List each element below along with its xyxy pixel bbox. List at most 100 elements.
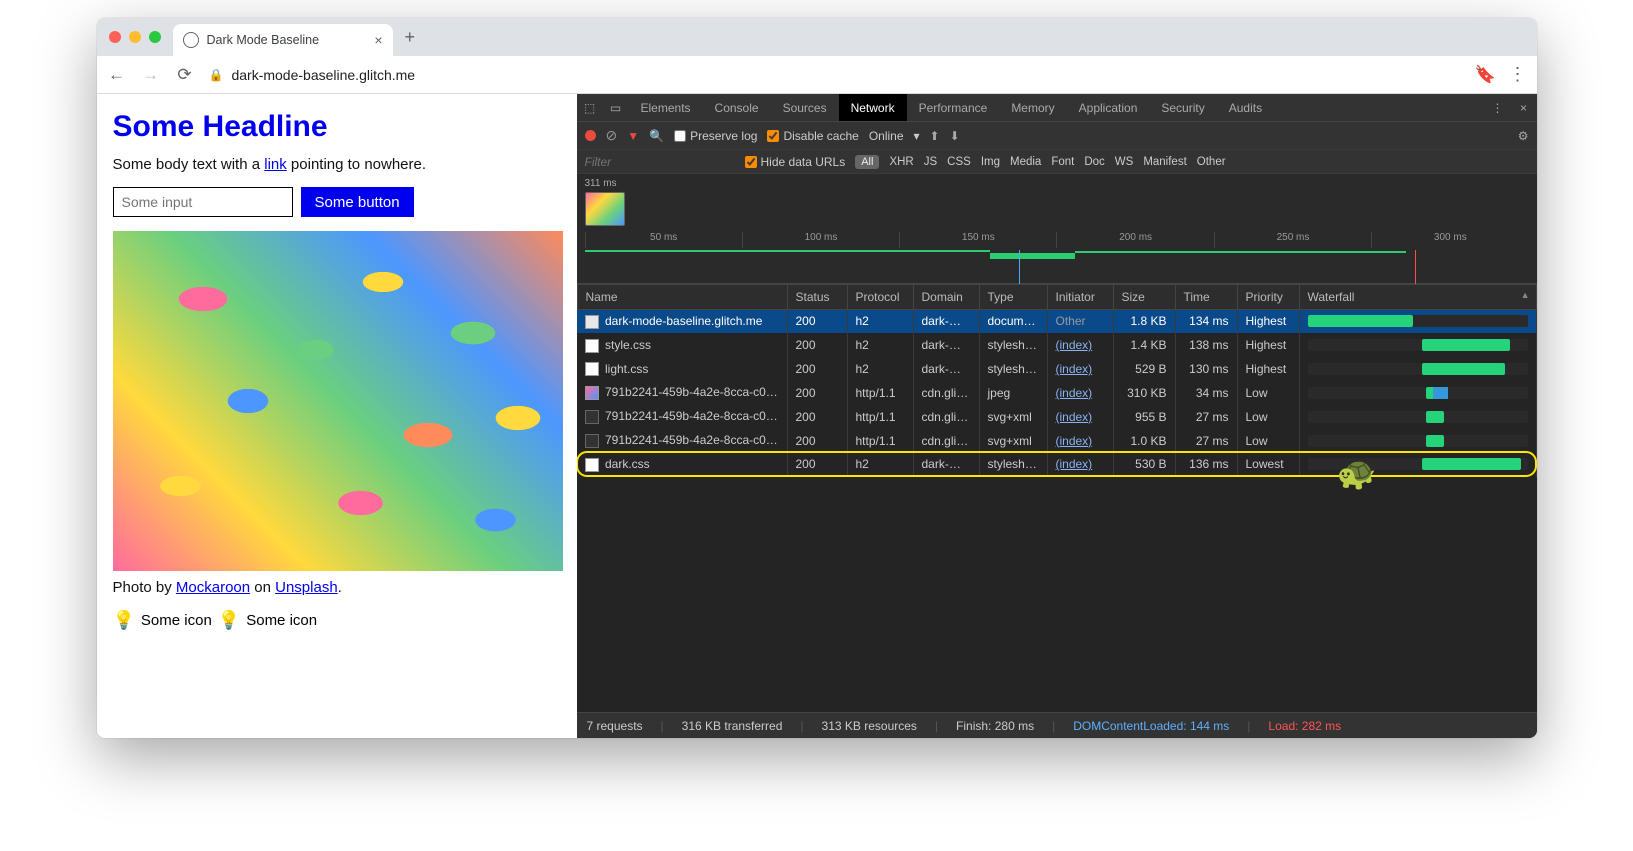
search-icon[interactable]: 🔍 xyxy=(649,129,664,143)
extensions-icon[interactable]: 🔖 xyxy=(1475,65,1495,85)
caption-mid: on xyxy=(250,579,275,596)
devtools-top-bar: ⬚ ▭ ElementsConsoleSourcesNetworkPerform… xyxy=(577,94,1537,122)
network-table: NameStatusProtocolDomainTypeInitiatorSiz… xyxy=(577,284,1537,712)
column-header-type[interactable]: Type xyxy=(979,285,1047,310)
column-header-waterfall[interactable]: Waterfall▲ xyxy=(1299,285,1536,310)
devtools-tab-elements[interactable]: Elements xyxy=(629,94,703,121)
initiator-link[interactable]: (index) xyxy=(1056,434,1093,448)
devtools-tab-performance[interactable]: Performance xyxy=(907,94,1000,121)
upload-icon[interactable]: ⬆ xyxy=(930,129,940,143)
column-header-size[interactable]: Size xyxy=(1113,285,1175,310)
status-transferred: 316 KB transferred xyxy=(682,719,783,733)
network-row[interactable]: dark-mode-baseline.glitch.me200h2dark-mo… xyxy=(577,310,1536,334)
column-header-priority[interactable]: Priority xyxy=(1237,285,1299,310)
browser-tab[interactable]: Dark Mode Baseline × xyxy=(173,24,393,56)
network-row[interactable]: 791b2241-459b-4a2e-8cca-c0fdc2…200http/1… xyxy=(577,381,1536,405)
cell: dark-mo… xyxy=(913,333,979,357)
filter-type-js[interactable]: JS xyxy=(924,156,937,168)
caption-author-link[interactable]: Mockaroon xyxy=(176,579,250,596)
device-icon[interactable]: ▭ xyxy=(603,101,629,115)
table-body: dark-mode-baseline.glitch.me200h2dark-mo… xyxy=(577,310,1536,477)
record-button[interactable] xyxy=(585,130,596,141)
devtools-tab-security[interactable]: Security xyxy=(1149,94,1216,121)
cell: 529 B xyxy=(1113,357,1175,381)
bulb-icon: 💡 xyxy=(218,610,240,631)
file-icon xyxy=(585,386,599,400)
initiator-link[interactable]: (index) xyxy=(1056,386,1093,400)
network-timeline[interactable]: 311 ms 50 ms100 ms150 ms200 ms250 ms300 … xyxy=(577,174,1537,284)
demo-input[interactable] xyxy=(113,187,293,217)
column-header-protocol[interactable]: Protocol xyxy=(847,285,913,310)
column-header-time[interactable]: Time xyxy=(1175,285,1237,310)
filter-type-doc[interactable]: Doc xyxy=(1084,156,1104,168)
devtools-tab-audits[interactable]: Audits xyxy=(1217,94,1274,121)
chrome-menu-icon[interactable]: ⋮ xyxy=(1509,64,1527,85)
devtools-tab-console[interactable]: Console xyxy=(703,94,771,121)
network-row[interactable]: style.css200h2dark-mo…stylesheet(index)1… xyxy=(577,333,1536,357)
ruler-tick: 200 ms xyxy=(1056,232,1213,248)
column-header-status[interactable]: Status xyxy=(787,285,847,310)
devtools-tab-network[interactable]: Network xyxy=(839,94,907,121)
caption-end: . xyxy=(338,579,342,596)
column-header-domain[interactable]: Domain xyxy=(913,285,979,310)
network-row[interactable]: light.css200h2dark-mo…stylesheet(index)5… xyxy=(577,357,1536,381)
close-tab-icon[interactable]: × xyxy=(374,32,382,48)
settings-gear-icon[interactable]: ⚙ xyxy=(1518,129,1529,143)
initiator-link[interactable]: (index) xyxy=(1056,362,1093,376)
network-row[interactable]: 791b2241-459b-4a2e-8cca-c0fdc2…200http/1… xyxy=(577,405,1536,429)
back-button[interactable]: ← xyxy=(107,65,127,85)
forward-button[interactable]: → xyxy=(141,65,161,85)
filter-type-manifest[interactable]: Manifest xyxy=(1143,156,1186,168)
filter-type-all[interactable]: All xyxy=(855,155,879,169)
devtools-tab-sources[interactable]: Sources xyxy=(771,94,839,121)
filter-type-xhr[interactable]: XHR xyxy=(889,156,913,168)
download-icon[interactable]: ⬇ xyxy=(950,129,960,143)
throttle-select[interactable]: Online ▾ xyxy=(869,129,920,143)
network-row[interactable]: dark.css200h2dark-mo…stylesheet(index)53… xyxy=(577,452,1536,476)
waterfall-bar xyxy=(1308,339,1528,351)
filter-toggle-icon[interactable]: ▼ xyxy=(627,129,639,143)
filter-type-img[interactable]: Img xyxy=(981,156,1000,168)
devtools-tab-memory[interactable]: Memory xyxy=(999,94,1066,121)
inspect-icon[interactable]: ⬚ xyxy=(577,101,603,115)
devtools-close-icon[interactable]: × xyxy=(1511,101,1537,115)
initiator-link[interactable]: (index) xyxy=(1056,457,1093,471)
devtools-tab-application[interactable]: Application xyxy=(1067,94,1150,121)
filter-type-font[interactable]: Font xyxy=(1051,156,1074,168)
preserve-log-checkbox[interactable]: Preserve log xyxy=(674,129,757,143)
icon-text-1: Some icon xyxy=(141,612,212,629)
disable-cache-checkbox[interactable]: Disable cache xyxy=(767,129,858,143)
demo-button[interactable]: Some button xyxy=(301,187,414,217)
url-text: dark-mode-baseline.glitch.me xyxy=(231,67,415,83)
filter-type-css[interactable]: CSS xyxy=(947,156,971,168)
cell: stylesheet xyxy=(979,357,1047,381)
cell: 130 ms xyxy=(1175,357,1237,381)
rendered-page: Some Headline Some body text with a link… xyxy=(97,94,577,738)
devtools-more-icon[interactable]: ⋮ xyxy=(1485,101,1511,115)
filter-type-ws[interactable]: WS xyxy=(1115,156,1134,168)
cell: Highest xyxy=(1237,310,1299,334)
icon-text-2: Some icon xyxy=(246,612,317,629)
initiator-link[interactable]: (index) xyxy=(1056,410,1093,424)
filter-type-media[interactable]: Media xyxy=(1010,156,1041,168)
hide-data-urls-checkbox[interactable]: Hide data URLs xyxy=(745,155,846,169)
url-box[interactable]: 🔒 dark-mode-baseline.glitch.me xyxy=(209,67,1461,83)
maximize-window-button[interactable] xyxy=(149,31,161,43)
content-split: Some Headline Some body text with a link… xyxy=(97,94,1537,738)
network-row[interactable]: 791b2241-459b-4a2e-8cca-c0fdc2…200http/1… xyxy=(577,429,1536,453)
initiator-link[interactable]: (index) xyxy=(1056,338,1093,352)
clear-button[interactable]: ⊘ xyxy=(606,127,618,144)
filmstrip-thumbnail xyxy=(585,192,625,226)
filter-input[interactable] xyxy=(585,155,735,169)
minimize-window-button[interactable] xyxy=(129,31,141,43)
column-header-initiator[interactable]: Initiator xyxy=(1047,285,1113,310)
cell: 530 B xyxy=(1113,452,1175,476)
caption-site-link[interactable]: Unsplash xyxy=(275,579,338,596)
filter-type-other[interactable]: Other xyxy=(1197,156,1226,168)
tab-title: Dark Mode Baseline xyxy=(207,33,320,47)
close-window-button[interactable] xyxy=(109,31,121,43)
new-tab-button[interactable]: + xyxy=(405,27,416,48)
body-link[interactable]: link xyxy=(264,156,287,173)
column-header-name[interactable]: Name xyxy=(577,285,787,310)
reload-button[interactable]: ⟳ xyxy=(175,65,195,85)
